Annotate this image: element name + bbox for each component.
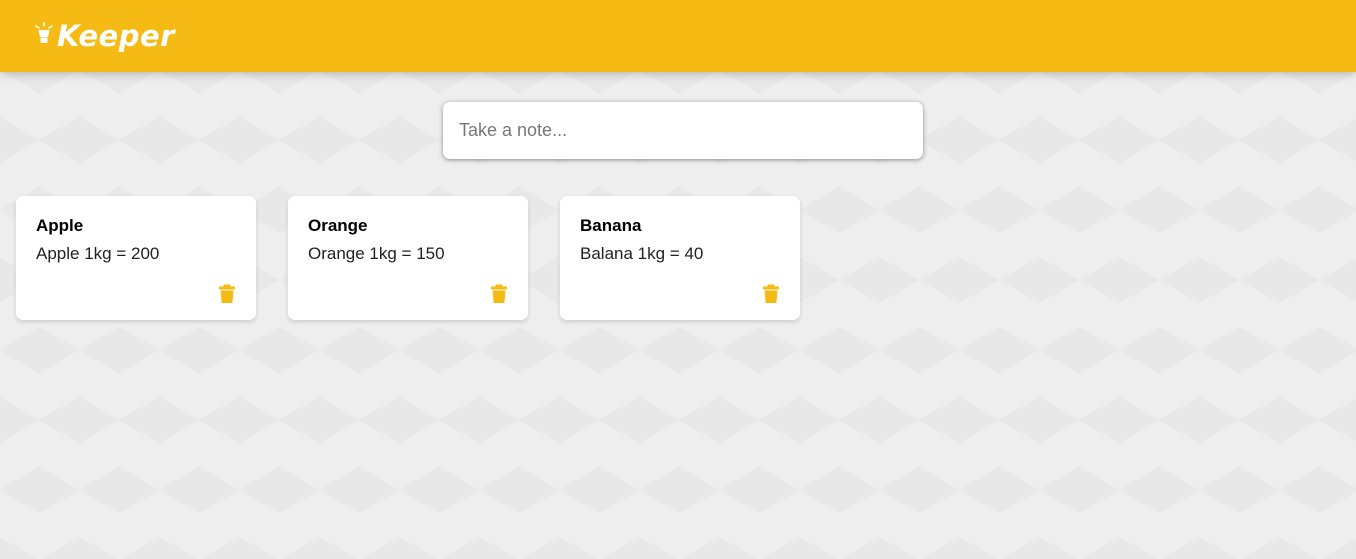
- trash-icon: [219, 284, 235, 303]
- create-note-form: [443, 102, 923, 159]
- delete-note-button[interactable]: [762, 284, 780, 304]
- take-note-input[interactable]: [459, 102, 907, 159]
- delete-note-button[interactable]: [218, 284, 236, 304]
- app-header: Keeper: [0, 0, 1356, 72]
- lightbulb-icon: [35, 22, 53, 43]
- note-card: Banana Balana 1kg = 40: [560, 196, 800, 320]
- trash-icon: [491, 284, 507, 303]
- brand: Keeper: [34, 19, 175, 53]
- note-card: Apple Apple 1kg = 200: [16, 196, 256, 320]
- note-title: Orange: [308, 216, 368, 235]
- delete-note-button[interactable]: [490, 284, 508, 304]
- note-title: Banana: [580, 216, 642, 235]
- app-title: Keeper: [57, 19, 175, 53]
- trash-icon: [763, 284, 779, 303]
- note-content: Apple 1kg = 200: [36, 244, 160, 263]
- note-content: Orange 1kg = 150: [308, 244, 445, 263]
- note-title: Apple: [36, 216, 84, 235]
- note-content: Balana 1kg = 40: [580, 244, 704, 263]
- notes-list: Apple Apple 1kg = 200 Orange Orange 1kg …: [16, 196, 800, 320]
- note-card: Orange Orange 1kg = 150: [288, 196, 528, 320]
